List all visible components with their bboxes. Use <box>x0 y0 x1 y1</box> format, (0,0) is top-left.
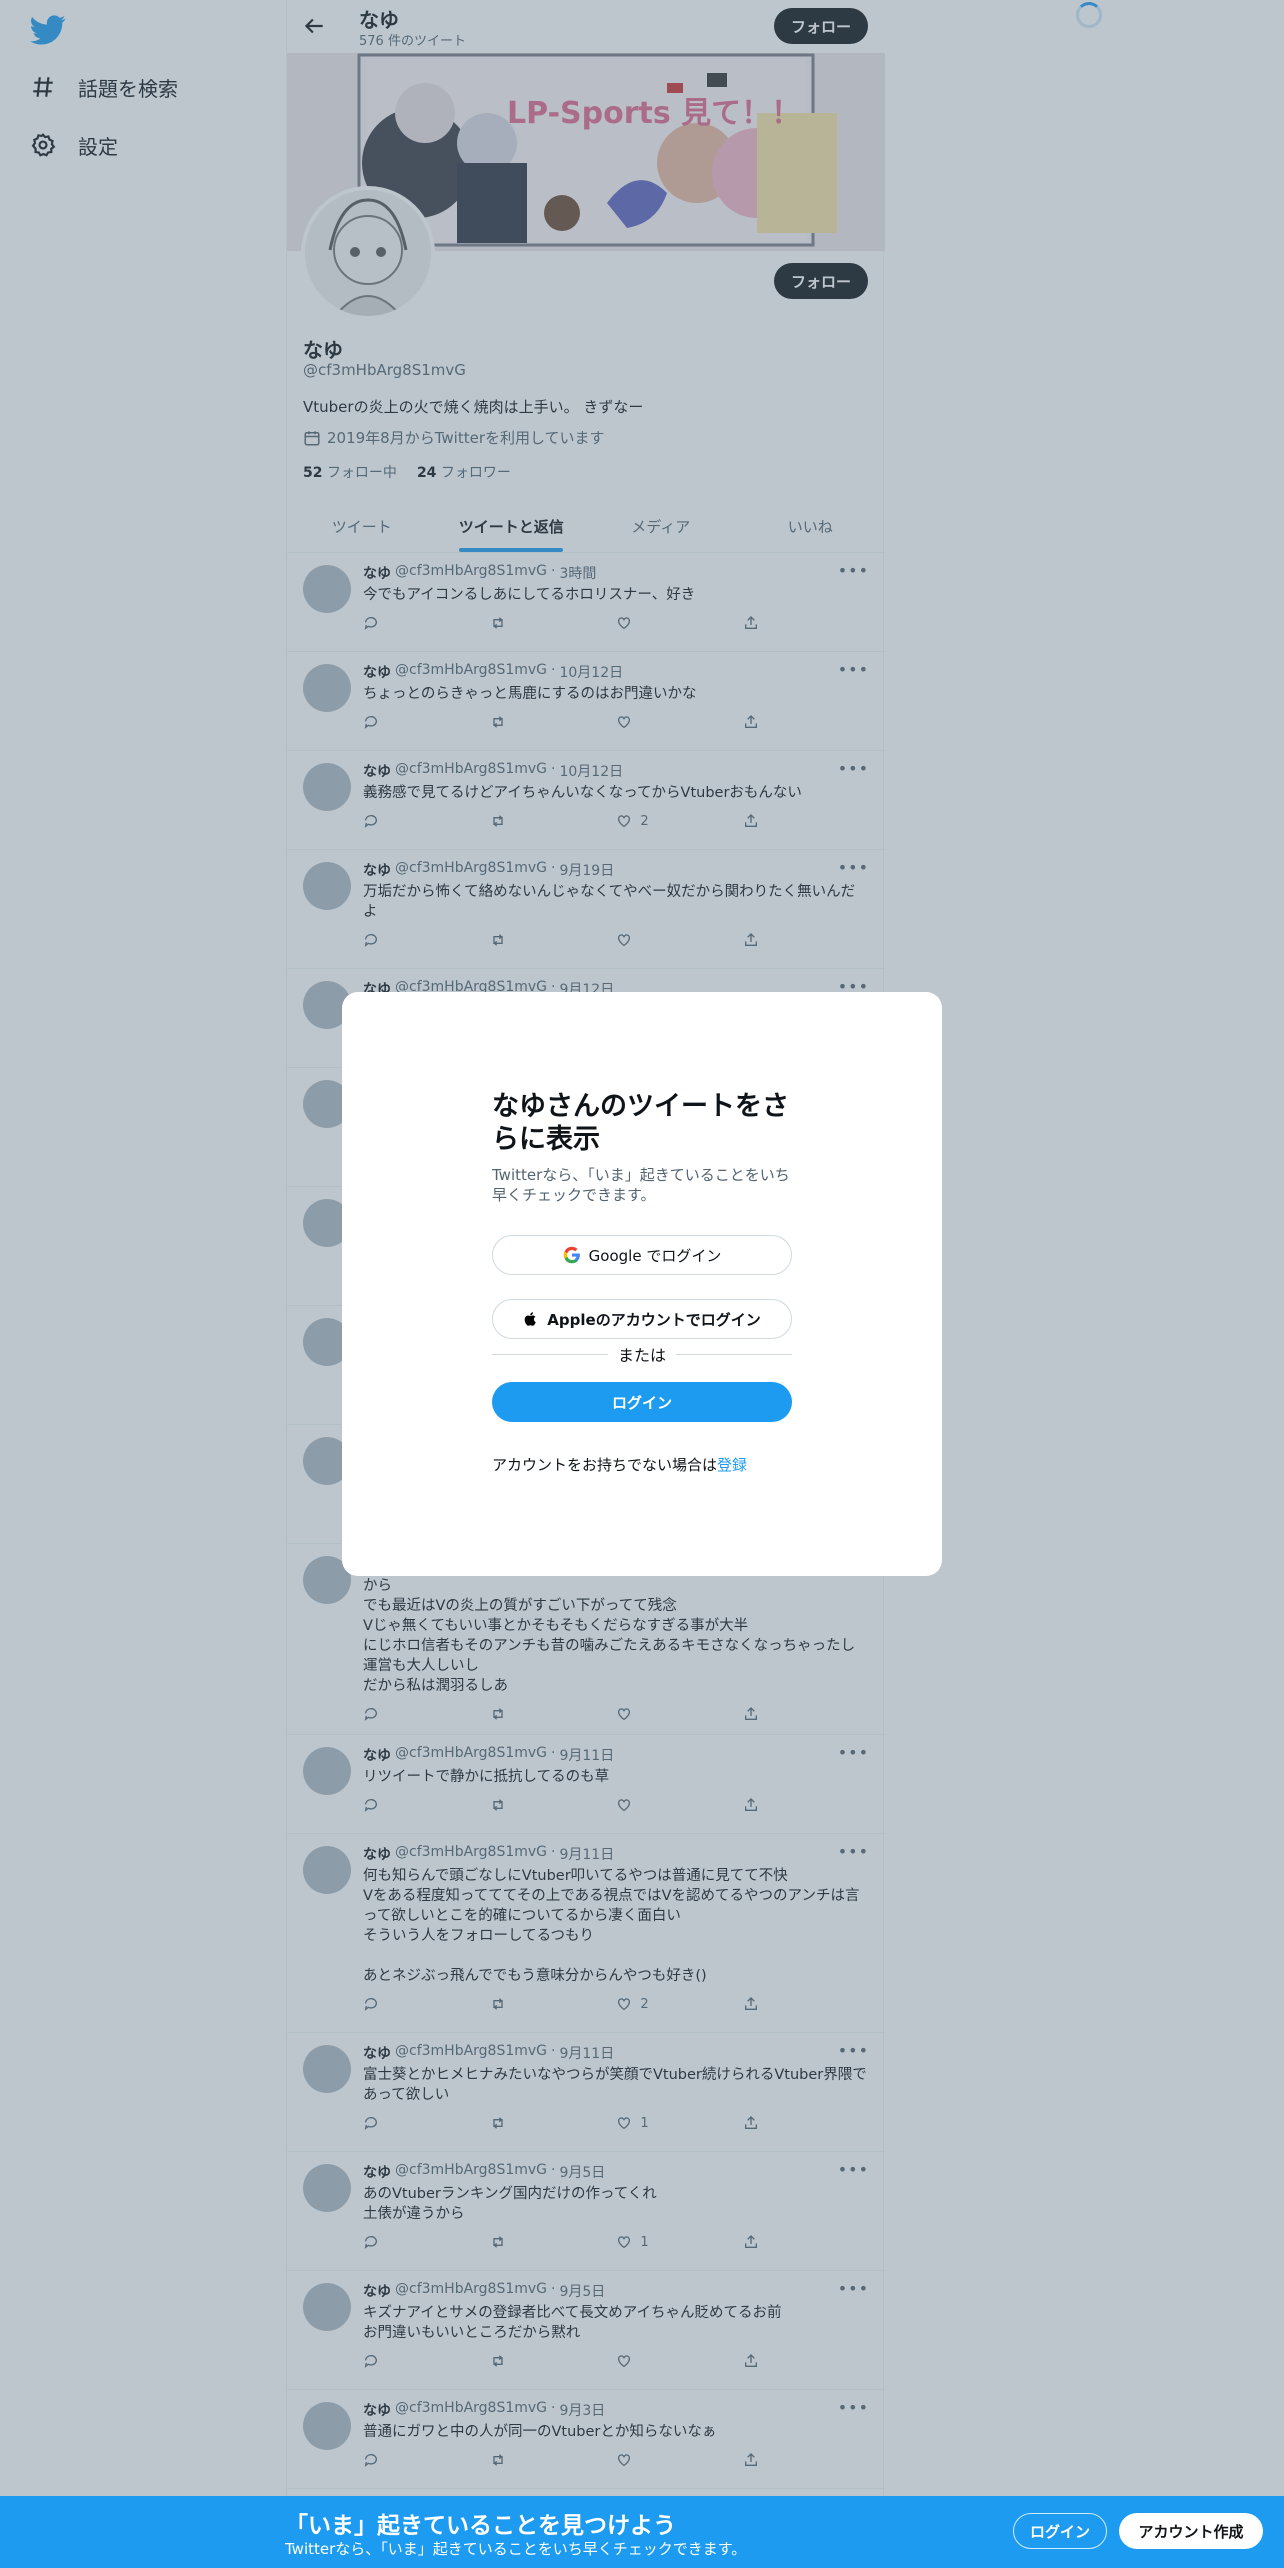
or-divider: または <box>492 1342 793 1366</box>
modal-subtitle: Twitterなら、「いま」起きていることをいち早くチェックできます。 <box>492 1166 790 1204</box>
bottom-signup-bar: 「いま」起きていることを見つけよう Twitterなら、「いま」起きていることを… <box>0 2496 1284 2568</box>
apple-icon <box>524 1312 537 1326</box>
modal-login-button[interactable]: ログイン <box>492 1382 792 1422</box>
bottom-login-button[interactable]: ログイン <box>1013 2513 1107 2549</box>
modal-title: なゆさんのツイートをさらに表示 <box>492 1091 789 1155</box>
apple-login-button[interactable]: Appleのアカウントでログイン <box>492 1299 792 1339</box>
signup-prompt: アカウントをお持ちでない場合は登録 <box>492 1454 747 1475</box>
divider-line <box>492 1353 608 1355</box>
bottom-signup-button[interactable]: アカウント作成 <box>1119 2513 1263 2549</box>
signup-prompt-text: アカウントをお持ちでない場合は <box>492 1456 718 1474</box>
signup-link[interactable]: 登録 <box>717 1456 747 1474</box>
bottom-bar-subtitle: Twitterなら、「いま」起きていることをいち早くチェックできます。 <box>285 2540 747 2558</box>
bottom-bar-title: 「いま」起きていることを見つけよう <box>285 2513 676 2539</box>
or-label: または <box>618 1346 667 1365</box>
apple-login-label: Appleのアカウントでログイン <box>547 1310 761 1329</box>
google-login-button[interactable]: Google でログイン <box>492 1235 792 1275</box>
google-icon <box>563 1246 580 1264</box>
divider-line <box>676 1353 793 1355</box>
login-prompt-modal: なゆさんのツイートをさらに表示 Twitterなら、「いま」起きていることをいち… <box>342 992 942 1576</box>
google-login-label: Google でログイン <box>588 1246 722 1265</box>
